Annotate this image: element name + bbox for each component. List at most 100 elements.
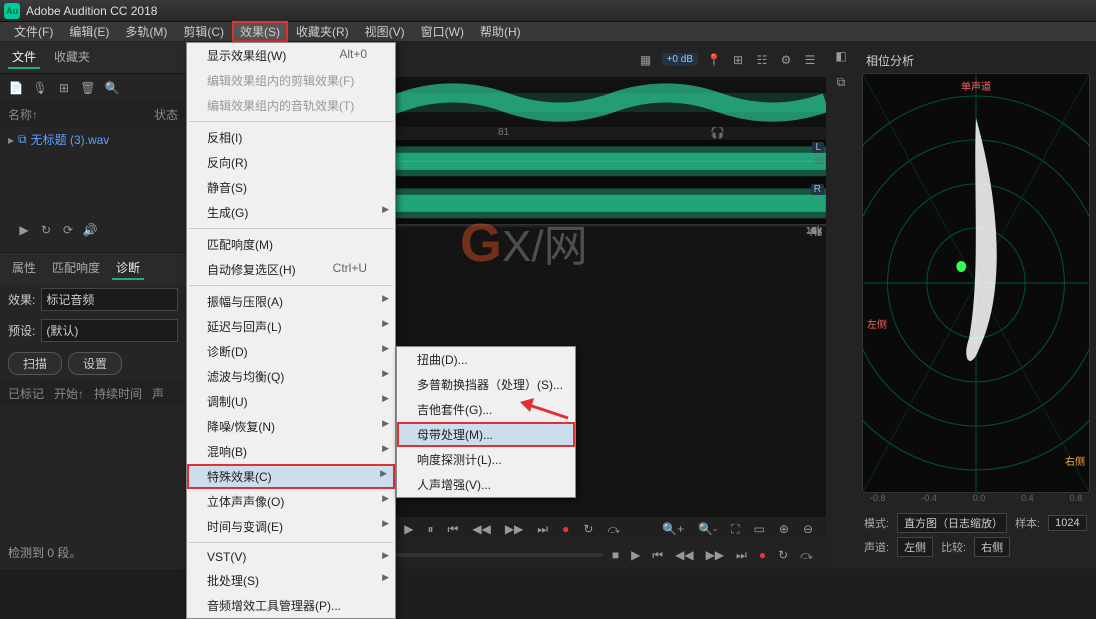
autoplay-icon[interactable]: ⟳ xyxy=(60,222,76,238)
menu-diagnostics[interactable]: 诊断(D) xyxy=(187,339,395,364)
trash-icon[interactable]: 🗑 xyxy=(80,80,96,96)
record-icon[interactable]: ● xyxy=(559,522,572,536)
menu-reverb[interactable]: 混响(B) xyxy=(187,439,395,464)
col-start[interactable]: 开始↑ xyxy=(54,385,84,402)
loop-icon[interactable]: ↻ xyxy=(38,222,54,238)
col-status[interactable]: 状态 xyxy=(154,106,178,123)
menu-modulation[interactable]: 调制(U) xyxy=(187,389,395,414)
rewind-icon[interactable]: ◀◀ xyxy=(672,548,696,562)
play-icon[interactable]: ▶ xyxy=(16,222,32,238)
volume-icon[interactable]: 🔊 xyxy=(82,222,98,238)
open-file-icon[interactable]: 📄 xyxy=(8,80,24,96)
menu-stereo-imagery[interactable]: 立体声声像(O) xyxy=(187,489,395,514)
menu-delay[interactable]: 延迟与回声(L) xyxy=(187,314,395,339)
zoom-out-icon[interactable]: 🔍- xyxy=(695,522,720,536)
menu-view[interactable]: 视图(V) xyxy=(357,21,413,42)
insert-icon[interactable]: ⊞ xyxy=(56,80,72,96)
db-badge[interactable]: +0 dB xyxy=(662,53,698,66)
channel-combo[interactable]: 左侧 xyxy=(897,537,933,557)
record-icon[interactable]: 🎙 xyxy=(32,80,48,96)
preset-combo[interactable]: (默认) xyxy=(41,319,178,342)
ffwd-icon[interactable]: ▶▶ xyxy=(502,522,526,536)
spectral-icon[interactable]: ☷ xyxy=(754,52,770,68)
effect-combo[interactable]: 标记音频 xyxy=(41,288,178,311)
snap-icon[interactable]: ⊞ xyxy=(730,52,746,68)
phase-scope[interactable]: 单声道 左侧 右侧 xyxy=(862,73,1090,493)
menu-match-loudness[interactable]: 匹配响度(M) xyxy=(187,232,395,257)
zoom-in-v-icon[interactable]: ⊕ xyxy=(776,522,792,536)
stop-icon[interactable]: ■ xyxy=(609,548,622,562)
menu-noise-reduction[interactable]: 降噪/恢复(N) xyxy=(187,414,395,439)
settings-button[interactable]: 设置 xyxy=(68,352,122,375)
list-icon[interactable]: ☰ xyxy=(802,52,818,68)
scan-button[interactable]: 扫描 xyxy=(8,352,62,375)
play-icon[interactable]: ▶ xyxy=(401,522,416,536)
tab-match-loudness[interactable]: 匹配响度 xyxy=(48,257,104,280)
menu-edit[interactable]: 编辑(E) xyxy=(61,21,117,42)
submenu-distortion[interactable]: 扭曲(D)... xyxy=(397,347,575,372)
menu-amplitude[interactable]: 振幅与压限(A) xyxy=(187,289,395,314)
submenu-loudness-radar[interactable]: 响度探测计(L)... xyxy=(397,447,575,472)
twirl-icon[interactable]: ▸ xyxy=(8,133,14,147)
rewind-icon[interactable]: ◀◀ xyxy=(469,522,493,536)
compare-combo[interactable]: 右侧 xyxy=(974,537,1010,557)
menu-special[interactable]: 特殊效果(C) xyxy=(187,464,395,489)
menu-file[interactable]: 文件(F) xyxy=(6,21,61,42)
file-row[interactable]: ▸ ⧉ 无标题 (3).wav xyxy=(0,127,186,152)
col-name[interactable]: 名称↑ xyxy=(8,106,38,123)
loop-icon[interactable]: ↻ xyxy=(775,548,791,562)
ffwd-icon[interactable]: ▶▶ xyxy=(703,548,727,562)
search-icon[interactable]: 🔍 xyxy=(104,80,120,96)
tab-diagnostics[interactable]: 诊断 xyxy=(112,257,144,280)
menu-bar[interactable]: 文件(F) 编辑(E) 多轨(M) 剪辑(C) 效果(S) 收藏夹(R) 视图(… xyxy=(0,22,1096,42)
pause-icon[interactable]: ⏸ xyxy=(425,522,437,537)
menu-batch[interactable]: 批处理(S) xyxy=(187,568,395,593)
menu-edit-clip-effects[interactable]: 编辑效果组内的剪辑效果(F) xyxy=(187,68,395,93)
tab-properties[interactable]: 属性 xyxy=(8,257,40,280)
zoom-sel-icon[interactable]: ▭ xyxy=(751,522,768,536)
next-icon[interactable]: ⏭ xyxy=(733,548,750,563)
menu-silence[interactable]: 静音(S) xyxy=(187,175,395,200)
link-icon[interactable]: ⧉ xyxy=(833,74,849,90)
scale-tick: -0.8 xyxy=(870,493,886,507)
zoom-out-v-icon[interactable]: ⊖ xyxy=(800,522,816,536)
tab-files[interactable]: 文件 xyxy=(8,46,40,69)
menu-multitrack[interactable]: 多轨(M) xyxy=(117,21,175,42)
submenu-doppler[interactable]: 多普勒换挡器（处理）(S)... xyxy=(397,372,575,397)
menu-show-effects-rack[interactable]: 显示效果组(W)Alt+0 xyxy=(187,43,395,68)
samples-combo[interactable]: 1024 xyxy=(1048,515,1086,531)
skip-icon[interactable]: ⤼ xyxy=(604,522,623,537)
menu-time-pitch[interactable]: 时间与变调(E) xyxy=(187,514,395,539)
menu-favorites[interactable]: 收藏夹(R) xyxy=(288,21,357,42)
channel-icon[interactable]: ◧ xyxy=(833,48,849,64)
prev-icon[interactable]: ⏮ xyxy=(445,522,462,537)
menu-vst[interactable]: VST(V) xyxy=(187,546,395,568)
skip-icon[interactable]: ⤼ xyxy=(797,548,816,563)
menu-window[interactable]: 窗口(W) xyxy=(413,21,472,42)
menu-clip[interactable]: 剪辑(C) xyxy=(175,21,232,42)
submenu-vocal-enhancer[interactable]: 人声增强(V)... xyxy=(397,472,575,497)
mode-combo[interactable]: 直方图（日志缩放） xyxy=(897,513,1007,533)
hud-icon[interactable]: ▦ xyxy=(638,52,654,68)
menu-effects[interactable]: 效果(S) xyxy=(232,21,288,42)
record-icon[interactable]: ● xyxy=(756,548,769,562)
menu-plugin-manager[interactable]: 音频增效工具管理器(P)... xyxy=(187,593,395,618)
next-icon[interactable]: ⏭ xyxy=(534,522,551,537)
menu-invert[interactable]: 反相(I) xyxy=(187,125,395,150)
submenu-mastering[interactable]: 母带处理(M)... xyxy=(397,422,575,447)
menu-auto-heal[interactable]: 自动修复选区(H)Ctrl+U xyxy=(187,257,395,282)
menu-reverse[interactable]: 反向(R) xyxy=(187,150,395,175)
tab-favorites[interactable]: 收藏夹 xyxy=(50,46,94,69)
settings-icon[interactable]: ⚙ xyxy=(778,52,794,68)
menu-help[interactable]: 帮助(H) xyxy=(472,21,529,42)
menu-edit-track-effects[interactable]: 编辑效果组内的音轨效果(T) xyxy=(187,93,395,118)
effects-menu[interactable]: 显示效果组(W)Alt+0 编辑效果组内的剪辑效果(F) 编辑效果组内的音轨效果… xyxy=(186,42,396,619)
zoom-full-icon[interactable]: ⛶ xyxy=(728,522,742,537)
pin-icon[interactable]: 📍 xyxy=(706,52,722,68)
menu-generate[interactable]: 生成(G) xyxy=(187,200,395,225)
zoom-in-icon[interactable]: 🔍+ xyxy=(659,522,687,536)
loop-icon[interactable]: ↻ xyxy=(580,522,596,536)
play-icon[interactable]: ▶ xyxy=(628,548,643,562)
menu-filter[interactable]: 滤波与均衡(Q) xyxy=(187,364,395,389)
prev-icon[interactable]: ⏮ xyxy=(649,548,666,563)
